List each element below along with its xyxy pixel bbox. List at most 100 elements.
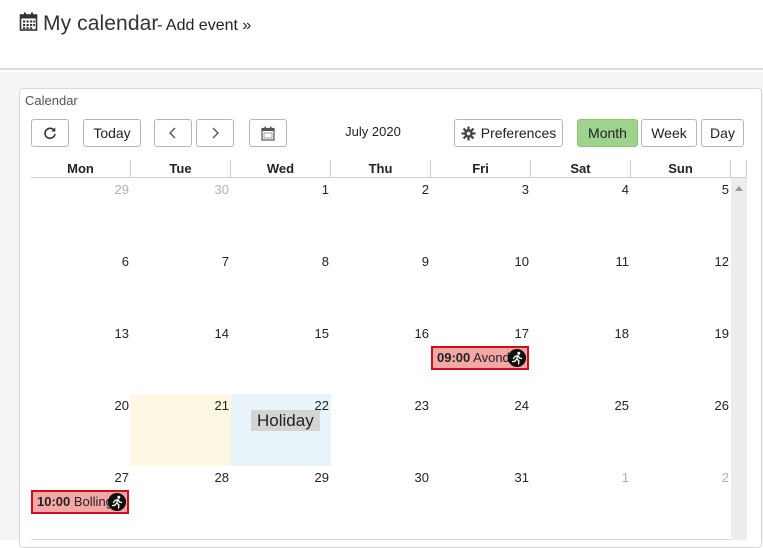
day-number: 29 [314, 470, 329, 485]
day-cell[interactable]: 18 [531, 322, 632, 395]
day-number: 6 [121, 254, 129, 269]
day-cell[interactable]: 26 [631, 394, 732, 467]
view-month-button[interactable]: Month [577, 119, 638, 147]
weekday-header: Tue [131, 160, 231, 178]
event-time: 09:00 [437, 350, 471, 365]
day-cell[interactable]: 27 10:00 Bolling [31, 466, 132, 540]
day-cell[interactable]: 12 [631, 250, 732, 323]
day-cell[interactable]: 17 09:00 Avond [431, 322, 532, 395]
day-number: 12 [714, 254, 729, 269]
weekday-header: Sat [531, 160, 631, 178]
day-cell-holiday[interactable]: 22 Holiday [231, 394, 332, 467]
day-cell[interactable]: 3 [431, 178, 532, 251]
day-cell[interactable]: 1 [231, 178, 332, 251]
day-number: 15 [314, 326, 329, 341]
view-week-button[interactable]: Week [641, 119, 697, 147]
event-title: Avond [473, 350, 510, 365]
day-cell[interactable]: 28 [131, 466, 232, 540]
day-cell[interactable]: 13 [31, 322, 132, 395]
preferences-button[interactable]: Preferences [454, 119, 563, 147]
holiday-label: Holiday [251, 410, 320, 431]
day-cell[interactable]: 10 [431, 250, 532, 323]
day-number: 4 [621, 182, 629, 197]
day-number: 11 [615, 254, 630, 269]
day-cell[interactable]: 14 [131, 322, 232, 395]
day-number: 2 [421, 182, 429, 197]
day-number: 1 [621, 470, 629, 485]
refresh-icon [44, 127, 56, 140]
day-cell[interactable]: 23 [331, 394, 432, 467]
weekday-header: Fri [431, 160, 531, 178]
calendar-event[interactable]: 10:00 Bolling [31, 490, 129, 514]
day-cell[interactable]: 6 [31, 250, 132, 323]
day-cell[interactable]: 5 [631, 178, 732, 251]
day-number: 18 [614, 326, 629, 341]
event-time: 10:00 [37, 494, 71, 509]
day-number: 7 [221, 254, 229, 269]
day-number: 5 [721, 182, 729, 197]
day-number: 3 [521, 182, 529, 197]
day-cell[interactable]: 19 [631, 322, 732, 395]
calendar-event[interactable]: 09:00 Avond [431, 346, 529, 370]
day-cell[interactable]: 1 [531, 466, 632, 540]
day-cell[interactable]: 29 [231, 466, 332, 540]
day-number: 9 [421, 254, 429, 269]
day-number: 30 [214, 182, 229, 197]
today-button[interactable]: Today [83, 119, 141, 147]
day-cell[interactable]: 29 [31, 178, 132, 251]
day-number: 2 [721, 470, 729, 485]
day-number: 17 [514, 326, 529, 341]
day-cell[interactable]: 16 [331, 322, 432, 395]
caret-up-icon [735, 186, 743, 191]
day-number: 23 [414, 398, 429, 413]
ics-export-button[interactable] [249, 119, 287, 147]
day-cell[interactable]: 4 [531, 178, 632, 251]
day-number: 24 [514, 398, 529, 413]
weekday-header: Sun [631, 160, 731, 178]
day-number: 1 [321, 182, 329, 197]
day-cell[interactable]: 2 [331, 178, 432, 251]
chevron-left-icon [169, 127, 176, 139]
prev-month-button[interactable] [154, 119, 192, 147]
panel-title: Calendar [25, 93, 78, 108]
day-number: 26 [714, 398, 729, 413]
day-cell[interactable]: 2 [631, 466, 732, 540]
day-cell[interactable]: 31 [431, 466, 532, 540]
calendar-scrollbar[interactable] [731, 178, 747, 540]
day-number: 16 [414, 326, 429, 341]
day-cell[interactable]: 24 [431, 394, 532, 467]
day-cell[interactable]: 20 [31, 394, 132, 467]
weekday-header: Wed [231, 160, 331, 178]
page-header: My calendar - Add event » [0, 0, 763, 70]
preferences-label: Preferences [480, 125, 557, 141]
weekday-header: Thu [331, 160, 431, 178]
ics-calendar-icon [261, 126, 275, 141]
day-number: 25 [614, 398, 629, 413]
day-cell[interactable]: 8 [231, 250, 332, 323]
day-cell[interactable]: 25 [531, 394, 632, 467]
day-cell[interactable]: 30 [131, 178, 232, 251]
running-icon [108, 493, 126, 511]
page-title: My calendar [43, 12, 159, 35]
day-number: 13 [114, 326, 129, 341]
calendar-icon [19, 12, 38, 31]
scroll-up-arrow[interactable] [731, 182, 747, 194]
day-number: 30 [414, 470, 429, 485]
day-number: 29 [114, 182, 129, 197]
day-cell[interactable]: 30 [331, 466, 432, 540]
day-number: 20 [114, 398, 129, 413]
view-day-button[interactable]: Day [701, 119, 744, 147]
day-cell-today[interactable]: 21 [131, 394, 232, 467]
chevron-right-icon [212, 127, 219, 139]
day-cell[interactable]: 7 [131, 250, 232, 323]
weekday-header-row: Mon Tue Wed Thu Fri Sat Sun [31, 160, 747, 178]
day-number: 31 [514, 470, 529, 485]
day-cell[interactable]: 15 [231, 322, 332, 395]
day-cell[interactable]: 11 [531, 250, 632, 323]
day-number: 21 [214, 398, 229, 413]
gear-icon [461, 126, 476, 140]
add-event-link[interactable]: - Add event » [157, 17, 251, 35]
day-cell[interactable]: 9 [331, 250, 432, 323]
refresh-button[interactable] [31, 119, 69, 147]
next-month-button[interactable] [196, 119, 234, 147]
